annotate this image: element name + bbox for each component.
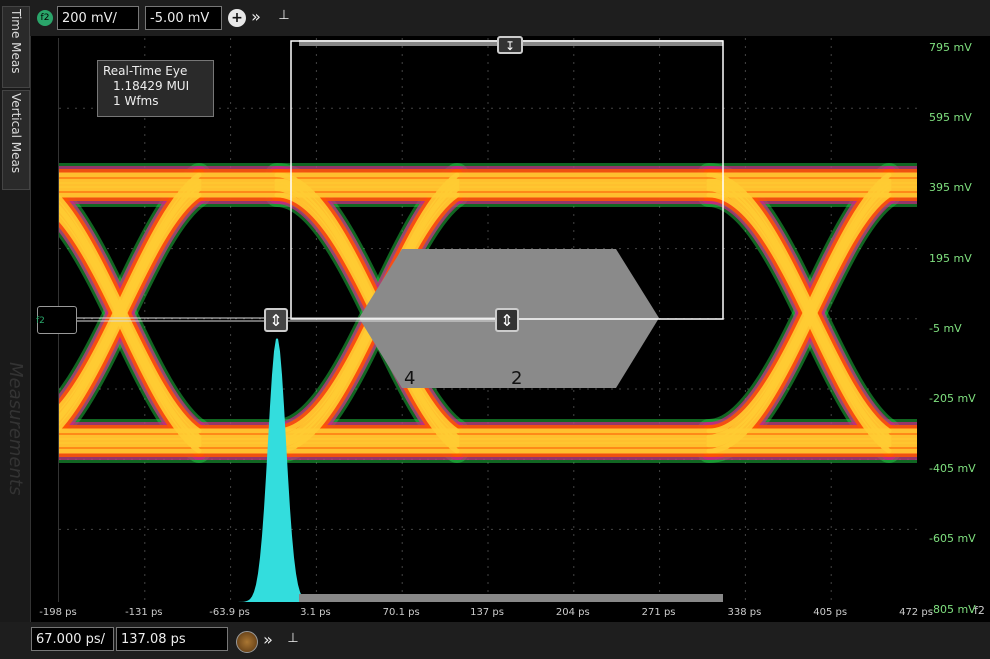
eye-info-box: Real-Time Eye 1.18429 MUI 1 Wfms	[97, 60, 214, 117]
x-axis-label: f2	[974, 604, 985, 617]
center-handle[interactable]: ⇕	[495, 308, 519, 332]
mask-zone-4: 4	[404, 368, 416, 389]
tab-vertical-meas-label: Vertical Meas	[9, 93, 23, 174]
info-title: Real-Time Eye	[103, 64, 188, 78]
y-tick-label: -5 mV	[929, 321, 962, 335]
x-tick-label: 271 ps	[641, 607, 676, 618]
x-tick-label: -131 ps	[125, 607, 163, 618]
channel-marker-label: f2	[36, 316, 45, 326]
bottom-double-chevron-right-icon[interactable]: »	[260, 630, 276, 650]
dial-icon[interactable]	[236, 631, 258, 653]
tab-time-meas[interactable]: Time Meas	[2, 6, 30, 88]
y-tick-label: -205 mV	[929, 392, 976, 405]
plus-circle-icon[interactable]: +	[228, 9, 246, 27]
info-wfms: 1 Wfms	[113, 94, 159, 108]
info-mui: 1.18429 MUI	[113, 79, 190, 93]
mask-zone-2: 2	[511, 368, 523, 389]
horizontal-scale-field[interactable]: 67.000 ps/	[31, 627, 114, 651]
x-tick-label: 472 ps	[899, 607, 933, 618]
y-tick-label: 795 mV	[929, 41, 972, 54]
mask-bottom-bar	[299, 594, 723, 602]
vertical-offset-field[interactable]: -5.00 mV	[145, 6, 222, 30]
bottom-pin-icon[interactable]: ⊥	[285, 629, 301, 649]
tab-measurements[interactable]: Measurements	[2, 360, 28, 520]
horizontal-position-field[interactable]: 137.08 ps	[116, 627, 228, 651]
pin-icon[interactable]: ⊥	[276, 6, 292, 26]
double-chevron-right-icon[interactable]: »	[248, 7, 264, 27]
y-tick-label: -805 mV	[929, 602, 976, 616]
side-panel: Time Meas Vertical Meas Measurements »	[0, 0, 31, 659]
x-tick-label: -198 ps	[39, 607, 77, 618]
crossing-handle[interactable]: ⇕	[264, 308, 288, 332]
x-tick-label: -63.9 ps	[209, 607, 250, 618]
horizontal-controls-bar: 67.000 ps/ 137.08 ps » ⊥	[0, 622, 990, 659]
mask-top-handle[interactable]: ↧	[497, 36, 523, 54]
eye-diagram-svg	[59, 38, 917, 602]
x-tick-label: 70.1 ps	[382, 607, 420, 618]
y-tick-label: 395 mV	[929, 181, 972, 195]
eye-diagram-plot[interactable]: ↧ ⇕ ⇕ 4 2	[58, 36, 917, 602]
y-tick-label: -405 mV	[929, 462, 976, 476]
x-tick-label: 338 ps	[727, 607, 762, 618]
vertical-controls-bar: f2 200 mV/ -5.00 mV + » ⊥	[30, 0, 990, 36]
x-tick-label: 405 ps	[813, 607, 848, 618]
tab-measurements-label: Measurements	[5, 362, 26, 496]
x-tick-label: 3.1 ps	[300, 607, 331, 618]
y-tick-label: -605 mV	[929, 532, 976, 546]
x-tick-label: 137 ps	[470, 607, 504, 618]
histogram	[232, 338, 322, 602]
y-tick-label: 195 mV	[929, 251, 972, 265]
tab-time-meas-label: Time Meas	[9, 9, 23, 74]
x-tick-label: 204 ps	[555, 607, 590, 618]
tab-vertical-meas[interactable]: Vertical Meas	[2, 90, 30, 190]
channel-badge[interactable]: f2	[37, 10, 53, 26]
y-tick-label: 595 mV	[929, 111, 972, 125]
vertical-scale-field[interactable]: 200 mV/	[57, 6, 139, 30]
